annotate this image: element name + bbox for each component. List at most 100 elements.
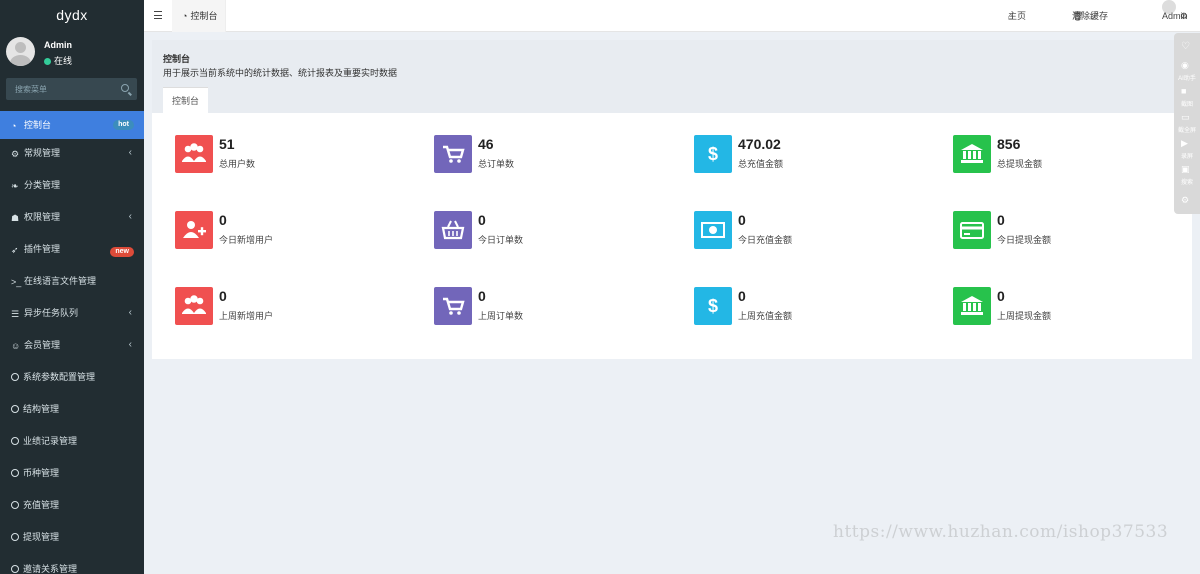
sidebar-item-label: 插件管理 [24,244,61,254]
cogs-icon: ⚙ [11,149,20,159]
dollar-icon: $ [694,135,732,173]
user-status-text: 在线 [54,56,73,66]
cart-icon [434,287,472,325]
stat-value: 856 [997,136,1021,152]
user-name: Admin [44,40,72,50]
basket-icon [434,211,472,249]
heart-icon[interactable]: ♡ [1181,41,1193,52]
page-title: 控制台 [163,54,191,64]
settings-icon[interactable]: ⚙ [1181,195,1193,205]
search-icon[interactable] [121,84,129,92]
leaf-icon: ❧ [11,181,19,191]
user-panel: Admin 在线 [0,31,144,73]
monitor-icon[interactable]: ▭ [1181,112,1193,122]
sidebar-item-general[interactable]: ⚙ 常规管理 ‹ [0,139,144,171]
video-icon[interactable]: ▶ [1181,138,1193,148]
sidebar-item-label: 控制台 [24,120,52,130]
stat-value: 0 [219,212,227,228]
sidebar-item-lang[interactable]: >_ 在线语言文件管理 [0,267,144,299]
image-search-icon[interactable]: ▣ [1181,164,1193,174]
dashboard-icon: ◔ [182,11,188,21]
fullscreen-icon[interactable]: ⤢ [1091,0,1098,32]
sidebar-item-queue[interactable]: ☰ 异步任务队列 ‹ [0,299,144,331]
stat-value: 0 [738,288,746,304]
stat-card: 0 今日充值金额 [694,211,934,251]
sidebar-item-currency[interactable]: 币种管理 [0,459,144,491]
tab-dashboard-panel[interactable]: 控制台 [163,87,208,113]
stat-label: 今日订单数 [478,235,524,245]
sidebar-item-member[interactable]: ☺ 会员管理 ‹ [0,331,144,363]
sidebar-item-structure[interactable]: 结构管理 [0,395,144,427]
floating-toolbar: ♡ ◉ AI助手 ■ 截图 ▭ 截全屏 ▶ 录屏 ▣ 搜索 ⚙ [1174,33,1200,214]
settings-icon[interactable]: ⚙ [1180,0,1188,32]
stat-label: 总提现金额 [997,159,1043,169]
sidebar: dydx Admin 在线 ◔ 控制台 hot ⚙ 常规管理 ‹ ❧ 分类管理 ☗ 权限… [0,0,144,574]
credit-card-icon [953,211,991,249]
sidebar-item-dashboard[interactable]: ◔ 控制台 hot [0,111,144,139]
stat-value: 0 [997,212,1005,228]
terminal-icon: >_ [11,277,22,287]
sidebar-item-label: 系统参数配置管理 [23,372,96,382]
chevron-left-icon: ‹ [128,147,132,158]
sidebar-item-category[interactable]: ❧ 分类管理 [0,171,144,203]
record-label[interactable]: 录屏 [1174,151,1200,160]
stat-label: 今日提现金额 [997,235,1052,245]
stat-label: 总订单数 [478,159,515,169]
sidebar-item-performance[interactable]: 业绩记录管理 [0,427,144,459]
stat-value: 470.02 [738,136,781,152]
page-subtitle: 用于展示当前系统中的统计数据、统计报表及重要实时数据 [163,68,398,78]
tab-dashboard[interactable]: ◔ 控制台 [172,0,226,32]
stat-card: $ 0 上周充值金额 [694,287,934,327]
stat-label: 上周订单数 [478,311,524,321]
dashboard-icon: ◔ [11,121,17,131]
content-header: 控制台 用于展示当前系统中的统计数据、统计报表及重要实时数据 控制台 [152,40,1192,113]
stat-card: 46 总订单数 [434,135,674,175]
fullscreen-capture-label[interactable]: 截全屏 [1174,125,1200,134]
online-dot-icon [44,58,51,65]
sidebar-item-label: 会员管理 [24,340,61,350]
stat-value: 51 [219,136,235,152]
ai-assistant-icon[interactable]: ◉ [1181,60,1193,70]
sidebar-item-config[interactable]: 系统参数配置管理 [0,363,144,395]
app-logo[interactable]: dydx [0,0,144,31]
sidebar-item-label: 结构管理 [23,404,60,414]
users-icon [175,135,213,173]
sidebar-item-addon[interactable]: ➶ 插件管理 new [0,235,144,267]
sidebar-item-label: 常规管理 [24,148,61,158]
sidebar-item-invite[interactable]: 邀请关系管理 [0,555,144,574]
watermark: https://www.huzhan.com/ishop37533 [833,522,1169,542]
stat-card: 0 今日订单数 [434,211,674,251]
home-label: 主页 [1008,11,1027,21]
screenshot-label[interactable]: 截图 [1174,99,1200,108]
list-icon: ☰ [11,309,20,319]
sidebar-item-auth[interactable]: ☗ 权限管理 ‹ [0,203,144,235]
circle-icon [11,405,19,413]
circle-icon [11,565,19,573]
avatar [6,37,35,66]
menu-toggle-icon[interactable] [154,11,162,19]
camera-icon[interactable]: ■ [1181,86,1193,96]
sidebar-item-recharge[interactable]: 充值管理 [0,491,144,523]
circle-icon [11,437,19,445]
circle-icon [11,533,19,541]
stat-value: 0 [478,288,486,304]
hot-badge: hot [113,120,134,130]
stat-label: 上周提现金额 [997,311,1052,321]
sidebar-item-label: 币种管理 [23,468,60,478]
tab-label: 控制台 [190,11,218,21]
search-label[interactable]: 搜索 [1174,177,1200,186]
ai-assistant-label[interactable]: AI助手 [1174,73,1200,82]
chevron-left-icon: ‹ [128,307,132,318]
sidebar-item-label: 提现管理 [23,532,60,542]
stat-label: 上周新增用户 [219,311,274,321]
sidebar-item-withdraw[interactable]: 提现管理 [0,523,144,555]
bank-icon [953,287,991,325]
sidebar-item-label: 分类管理 [24,180,61,190]
circle-icon [11,469,19,477]
money-icon [694,211,732,249]
menu-search-input[interactable] [6,78,137,100]
stat-value: 0 [738,212,746,228]
sidebar-item-label: 充值管理 [23,500,60,510]
group-icon: ☗ [11,213,20,223]
stat-value: 0 [219,288,227,304]
